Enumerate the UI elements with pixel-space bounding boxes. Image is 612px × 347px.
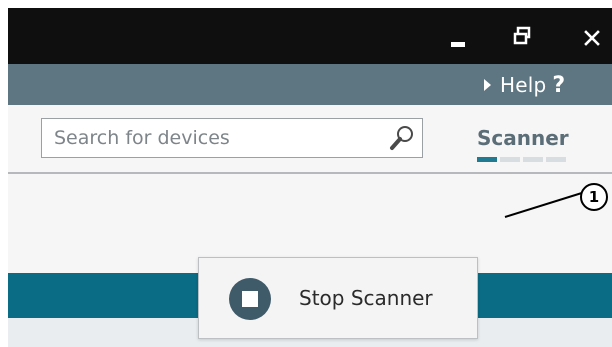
restore-button[interactable]: [504, 22, 540, 52]
stop-scanner-popup: Stop Scanner: [198, 257, 478, 339]
restore-icon: [513, 26, 531, 45]
stop-scanner-button[interactable]: [229, 278, 271, 320]
minimize-icon: [451, 42, 465, 47]
close-button[interactable]: [576, 22, 612, 52]
scanner-progress-indicator: [477, 157, 566, 162]
stop-scanner-label[interactable]: Stop Scanner: [299, 286, 433, 310]
close-icon: [584, 30, 600, 46]
app-window: Help ? Scanner 1 Stop Scanner: [8, 8, 612, 347]
title-bar: [8, 8, 612, 64]
help-bar: Help ?: [8, 64, 612, 105]
progress-segment: [546, 157, 566, 162]
minimize-button[interactable]: [441, 22, 477, 52]
magnifier-icon[interactable]: [387, 123, 417, 153]
scanner-tab[interactable]: Scanner: [472, 124, 590, 164]
triangle-right-icon: [484, 79, 491, 91]
search-box: [41, 118, 423, 158]
progress-segment: [523, 157, 543, 162]
toolbar-divider: [8, 172, 612, 174]
help-link[interactable]: Help ?: [484, 72, 565, 98]
callout-number-badge: 1: [580, 183, 608, 211]
stop-icon: [242, 291, 258, 307]
help-label: Help: [500, 73, 547, 97]
search-input[interactable]: [42, 119, 372, 157]
scanner-tab-label: Scanner: [477, 126, 569, 150]
progress-segment: [477, 157, 497, 162]
help-question-mark: ?: [552, 72, 566, 98]
progress-segment: [500, 157, 520, 162]
